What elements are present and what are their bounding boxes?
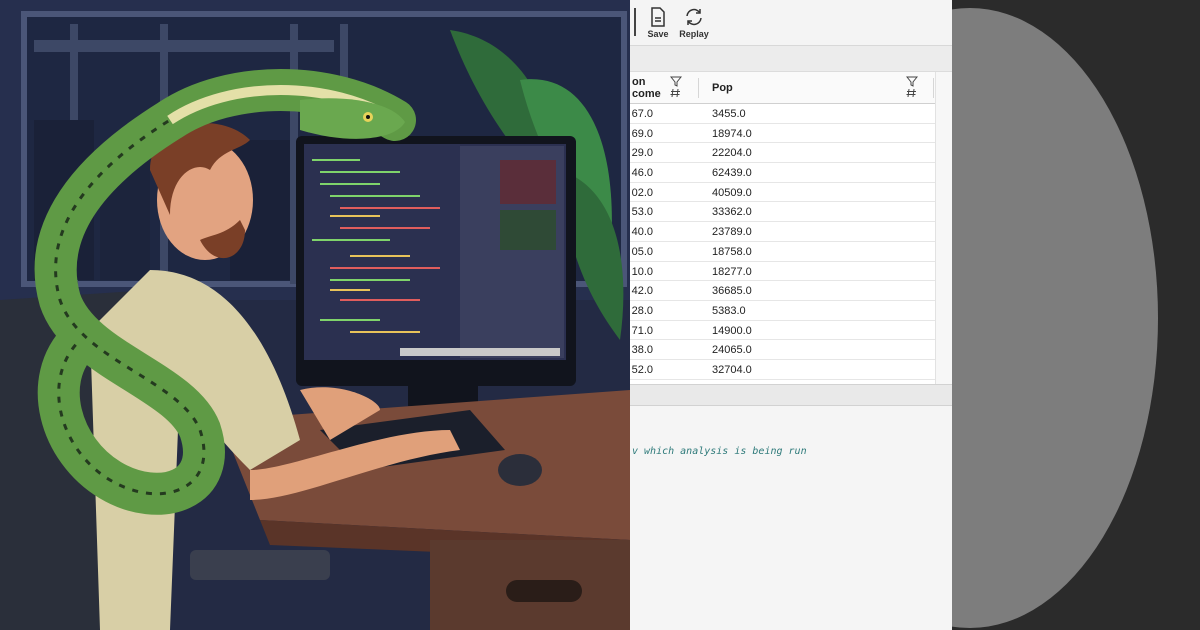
cell-pop[interactable]: 18974.0: [712, 128, 752, 140]
column-header-income-line2: come: [632, 88, 661, 100]
table-row[interactable]: 67.0 3455.0: [630, 104, 935, 124]
cell-pop[interactable]: 5383.0: [712, 305, 746, 317]
tab-strip: [630, 46, 952, 72]
save-label: Save: [647, 29, 669, 39]
panel-splitter[interactable]: [630, 384, 952, 406]
toolbar: Save Replay: [630, 0, 952, 46]
cell-income[interactable]: 52.0: [632, 364, 653, 376]
table-row[interactable]: 69.0 18974.0: [630, 124, 935, 144]
cell-pop[interactable]: 22204.0: [712, 147, 752, 159]
cell-pop[interactable]: 18277.0: [712, 266, 752, 278]
column-divider[interactable]: [933, 78, 934, 98]
cell-income[interactable]: 53.0: [632, 206, 653, 218]
cell-pop[interactable]: 14900.0: [712, 325, 752, 337]
data-viewer-window: Save Replay on come Pop 67.0 3455.0 69.0…: [630, 0, 952, 630]
table-row[interactable]: 38.0 24065.0: [630, 340, 935, 360]
data-table: on come Pop 67.0 3455.0 69.0 18974.0 29.0 222…: [630, 72, 952, 384]
cell-income[interactable]: 42.0: [632, 285, 653, 297]
cell-pop[interactable]: 62439.0: [712, 167, 752, 179]
replay-button[interactable]: Replay: [674, 6, 714, 44]
table-row[interactable]: 52.0 32704.0: [630, 360, 935, 380]
document-icon: [647, 6, 669, 28]
table-body: 67.0 3455.0 69.0 18974.0 29.0 22204.0 46.0 6243…: [630, 104, 935, 380]
cell-income[interactable]: 69.0: [632, 128, 653, 140]
table-row[interactable]: 40.0 23789.0: [630, 222, 935, 242]
cell-pop[interactable]: 23789.0: [712, 226, 752, 238]
console-comment-line: v which analysis is being run: [632, 446, 807, 457]
cell-pop[interactable]: 24065.0: [712, 344, 752, 356]
column-header-income-line1: on: [632, 76, 646, 88]
table-row[interactable]: 71.0 14900.0: [630, 321, 935, 341]
save-button[interactable]: Save: [638, 6, 678, 44]
right-backdrop: [952, 0, 1200, 630]
table-row[interactable]: 53.0 33362.0: [630, 202, 935, 223]
column-header-pop[interactable]: Pop: [712, 82, 733, 94]
grey-disc: [952, 8, 1158, 628]
programmer-snake-illustration: [0, 0, 630, 630]
table-header: on come Pop: [630, 72, 935, 104]
column-divider[interactable]: [698, 78, 699, 98]
replay-label: Replay: [679, 29, 709, 39]
cell-income[interactable]: 67.0: [632, 108, 653, 120]
cell-income[interactable]: 71.0: [632, 325, 653, 337]
cell-pop[interactable]: 32704.0: [712, 364, 752, 376]
vertical-scrollbar[interactable]: [935, 72, 952, 384]
illustration-svg: [0, 0, 630, 630]
cell-income[interactable]: 05.0: [632, 246, 653, 258]
toolbar-separator: [634, 8, 636, 36]
cell-income[interactable]: 29.0: [632, 147, 653, 159]
table-row[interactable]: 28.0 5383.0: [630, 301, 935, 321]
table-row[interactable]: 46.0 62439.0: [630, 163, 935, 183]
table-row[interactable]: 42.0 36685.0: [630, 281, 935, 301]
cell-pop[interactable]: 18758.0: [712, 246, 752, 258]
cell-income[interactable]: 10.0: [632, 266, 653, 278]
table-row[interactable]: 05.0 18758.0: [630, 242, 935, 262]
cell-pop[interactable]: 33362.0: [712, 206, 752, 218]
cell-income[interactable]: 38.0: [632, 344, 653, 356]
filter-icon[interactable]: [906, 76, 918, 98]
table-row[interactable]: 29.0 22204.0: [630, 143, 935, 164]
console-panel: v which analysis is being run: [630, 406, 952, 630]
cell-income[interactable]: 02.0: [632, 187, 653, 199]
column-header-income[interactable]: on come: [632, 76, 661, 100]
table-row[interactable]: 10.0 18277.0: [630, 262, 935, 282]
filter-icon[interactable]: [670, 76, 682, 98]
refresh-icon: [683, 6, 705, 28]
cell-pop[interactable]: 40509.0: [712, 187, 752, 199]
cell-income[interactable]: 40.0: [632, 226, 653, 238]
cell-income[interactable]: 46.0: [632, 167, 653, 179]
cell-pop[interactable]: 36685.0: [712, 285, 752, 297]
cell-pop[interactable]: 3455.0: [712, 108, 746, 120]
cell-income[interactable]: 28.0: [632, 305, 653, 317]
table-row[interactable]: 02.0 40509.0: [630, 183, 935, 203]
